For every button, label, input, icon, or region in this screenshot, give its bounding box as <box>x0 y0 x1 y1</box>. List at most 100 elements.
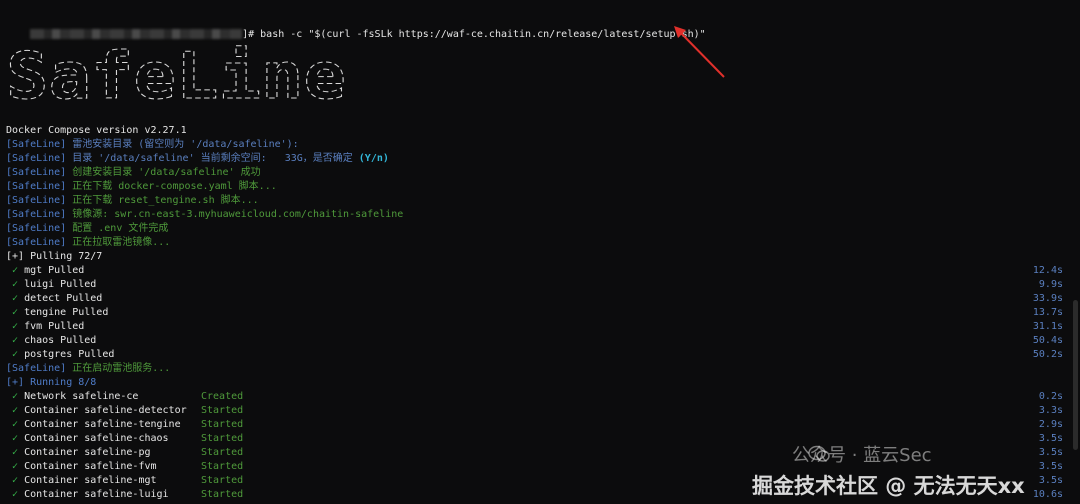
svg-text:SafeLine: SafeLine <box>6 40 346 112</box>
check-icon: ✓ <box>6 279 25 290</box>
container-name: Container safeline-tengine <box>24 419 181 430</box>
container-row: ✓ Container safeline-tengine Started <box>6 418 243 432</box>
container-name: Container safeline-mgt <box>24 475 157 486</box>
check-icon: ✓ <box>6 433 25 444</box>
container-row: ✓ Network safeline-ce Created <box>6 390 243 404</box>
scrollbar[interactable] <box>1073 300 1078 450</box>
log-prefix: [SafeLine] <box>6 363 67 374</box>
log-line: [SafeLine] 正在拉取雷池镜像... <box>6 236 170 250</box>
check-icon: ✓ <box>6 405 25 416</box>
container-row: ✓ Container safeline-luigi Started <box>6 488 243 502</box>
pulled-name: tengine Pulled <box>24 307 109 318</box>
pulled-row: ✓ tengine Pulled <box>6 306 108 320</box>
confirm-prompt: (Y/n) <box>352 153 389 164</box>
container-duration: 3.5s <box>1038 447 1063 458</box>
container-status: Started <box>201 461 244 472</box>
log-line: [SafeLine] 目录 '/data/safeline' 当前剩余空间: 3… <box>6 152 389 166</box>
check-icon: ✓ <box>6 419 25 430</box>
container-name: Network safeline-ce <box>24 391 139 402</box>
container-status: Created <box>201 391 244 402</box>
log-line: [SafeLine] 正在下载 reset_tengine.sh 脚本... <box>6 194 259 208</box>
log-text: 雷池安装目录 (留空则为 '/data/safeline'): <box>66 139 299 150</box>
container-row: ✓ Container safeline-pg Started <box>6 446 243 460</box>
check-icon: ✓ <box>6 265 25 276</box>
pulled-name: luigi Pulled <box>24 279 97 290</box>
pulled-row: ✓ postgres Pulled <box>6 348 114 362</box>
pulled-row: ✓ chaos Pulled <box>6 334 96 348</box>
container-row: ✓ Container safeline-fvm Started <box>6 460 243 474</box>
container-status: Started <box>201 475 244 486</box>
container-status: Started <box>201 433 244 444</box>
terminal-window[interactable]: ]# bash -c "$(curl -fsSLk https://waf-ce… <box>0 0 1080 504</box>
pull-duration: 9.9s <box>1038 279 1063 290</box>
container-name: Container safeline-pg <box>24 447 151 458</box>
log-text: 目录 '/data/safeline' 当前剩余空间: 33G，是否确定 <box>66 153 353 164</box>
container-name: Container safeline-luigi <box>24 489 169 500</box>
log-prefix: [SafeLine] <box>6 223 67 234</box>
container-row: ✓ Container safeline-mgt Started <box>6 474 243 488</box>
container-row: ✓ Container safeline-detector Started <box>6 404 243 418</box>
log-prefix: [SafeLine] <box>6 139 67 150</box>
starting-text: 正在启动雷池服务... <box>66 363 171 374</box>
command-text[interactable]: bash -c "$(curl -fsSLk https://waf-ce.ch… <box>260 29 706 40</box>
pulled-name: fvm Pulled <box>24 321 85 332</box>
check-icon: ✓ <box>6 391 25 402</box>
container-duration: 2.9s <box>1038 419 1063 430</box>
pull-duration: 13.7s <box>1032 307 1063 318</box>
container-duration: 10.6s <box>1032 489 1063 500</box>
watermark-juejin: 掘金技术社区 @ 无法无天xx <box>752 474 1025 498</box>
log-prefix: [SafeLine] <box>6 209 67 220</box>
pulled-row: ✓ detect Pulled <box>6 292 102 306</box>
log-text: 正在下载 docker-compose.yaml 脚本... <box>66 181 277 192</box>
container-status: Started <box>201 489 244 500</box>
pulled-row: ✓ fvm Pulled <box>6 320 84 334</box>
log-prefix: [SafeLine] <box>6 167 67 178</box>
check-icon: ✓ <box>6 321 25 332</box>
container-duration: 3.3s <box>1038 405 1063 416</box>
log-prefix: [SafeLine] <box>6 195 67 206</box>
check-icon: ✓ <box>6 349 25 360</box>
log-prefix: [SafeLine] <box>6 153 67 164</box>
log-text: 镜像源: swr.cn-east-3.myhuaweicloud.com/cha… <box>66 209 404 220</box>
log-text: 创建安装目录 '/data/safeline' 成功 <box>66 167 261 178</box>
docker-version: Docker Compose version v2.27.1 <box>6 125 187 136</box>
check-icon: ✓ <box>6 307 25 318</box>
check-icon: ✓ <box>6 293 25 304</box>
log-text: 正在下载 reset_tengine.sh 脚本... <box>66 195 259 206</box>
safeline-ascii-logo: SafeLine <box>6 40 347 115</box>
container-status: Started <box>201 405 244 416</box>
pulling-header: [+] Pulling 72/7 <box>6 251 103 262</box>
container-name: Container safeline-fvm <box>24 461 157 472</box>
container-row: ✓ Container safeline-chaos Started <box>6 432 243 446</box>
log-prefix: [SafeLine] <box>6 181 67 192</box>
check-icon: ✓ <box>6 489 25 500</box>
container-duration: 3.5s <box>1038 461 1063 472</box>
pulled-name: postgres Pulled <box>24 349 115 360</box>
red-arrow-icon <box>674 26 725 78</box>
pulled-name: chaos Pulled <box>24 335 97 346</box>
container-duration: 3.5s <box>1038 475 1063 486</box>
log-line: [SafeLine] 雷池安装目录 (留空则为 '/data/safeline'… <box>6 138 299 152</box>
pulled-row: ✓ luigi Pulled <box>6 278 96 292</box>
pull-duration: 50.4s <box>1032 335 1063 346</box>
starting-line: [SafeLine] 正在启动雷池服务... <box>6 362 170 376</box>
log-line: [SafeLine] 配置 .env 文件完成 <box>6 222 168 236</box>
redacted-host <box>30 29 243 39</box>
container-name: Container safeline-chaos <box>24 433 169 444</box>
command-line: ]# bash -c "$(curl -fsSLk https://waf-ce… <box>6 14 706 40</box>
prompt-suffix: ]# <box>242 29 261 40</box>
pulled-name: mgt Pulled <box>24 265 85 276</box>
check-icon: ✓ <box>6 335 25 346</box>
container-duration: 0.2s <box>1038 391 1063 402</box>
log-line: [SafeLine] 镜像源: swr.cn-east-3.myhuaweicl… <box>6 208 403 222</box>
log-prefix: [SafeLine] <box>6 237 67 248</box>
pulled-name: detect Pulled <box>24 293 103 304</box>
container-status: Started <box>201 447 244 458</box>
pull-duration: 33.9s <box>1032 293 1063 304</box>
container-name: Container safeline-detector <box>24 405 187 416</box>
log-line: [SafeLine] 正在下载 docker-compose.yaml 脚本..… <box>6 180 277 194</box>
running-header: [+] Running 8/8 <box>6 377 97 388</box>
check-icon: ✓ <box>6 475 25 486</box>
watermark-official-account: 公众号 · 蓝云Sec <box>792 445 932 466</box>
check-icon: ✓ <box>6 447 25 458</box>
